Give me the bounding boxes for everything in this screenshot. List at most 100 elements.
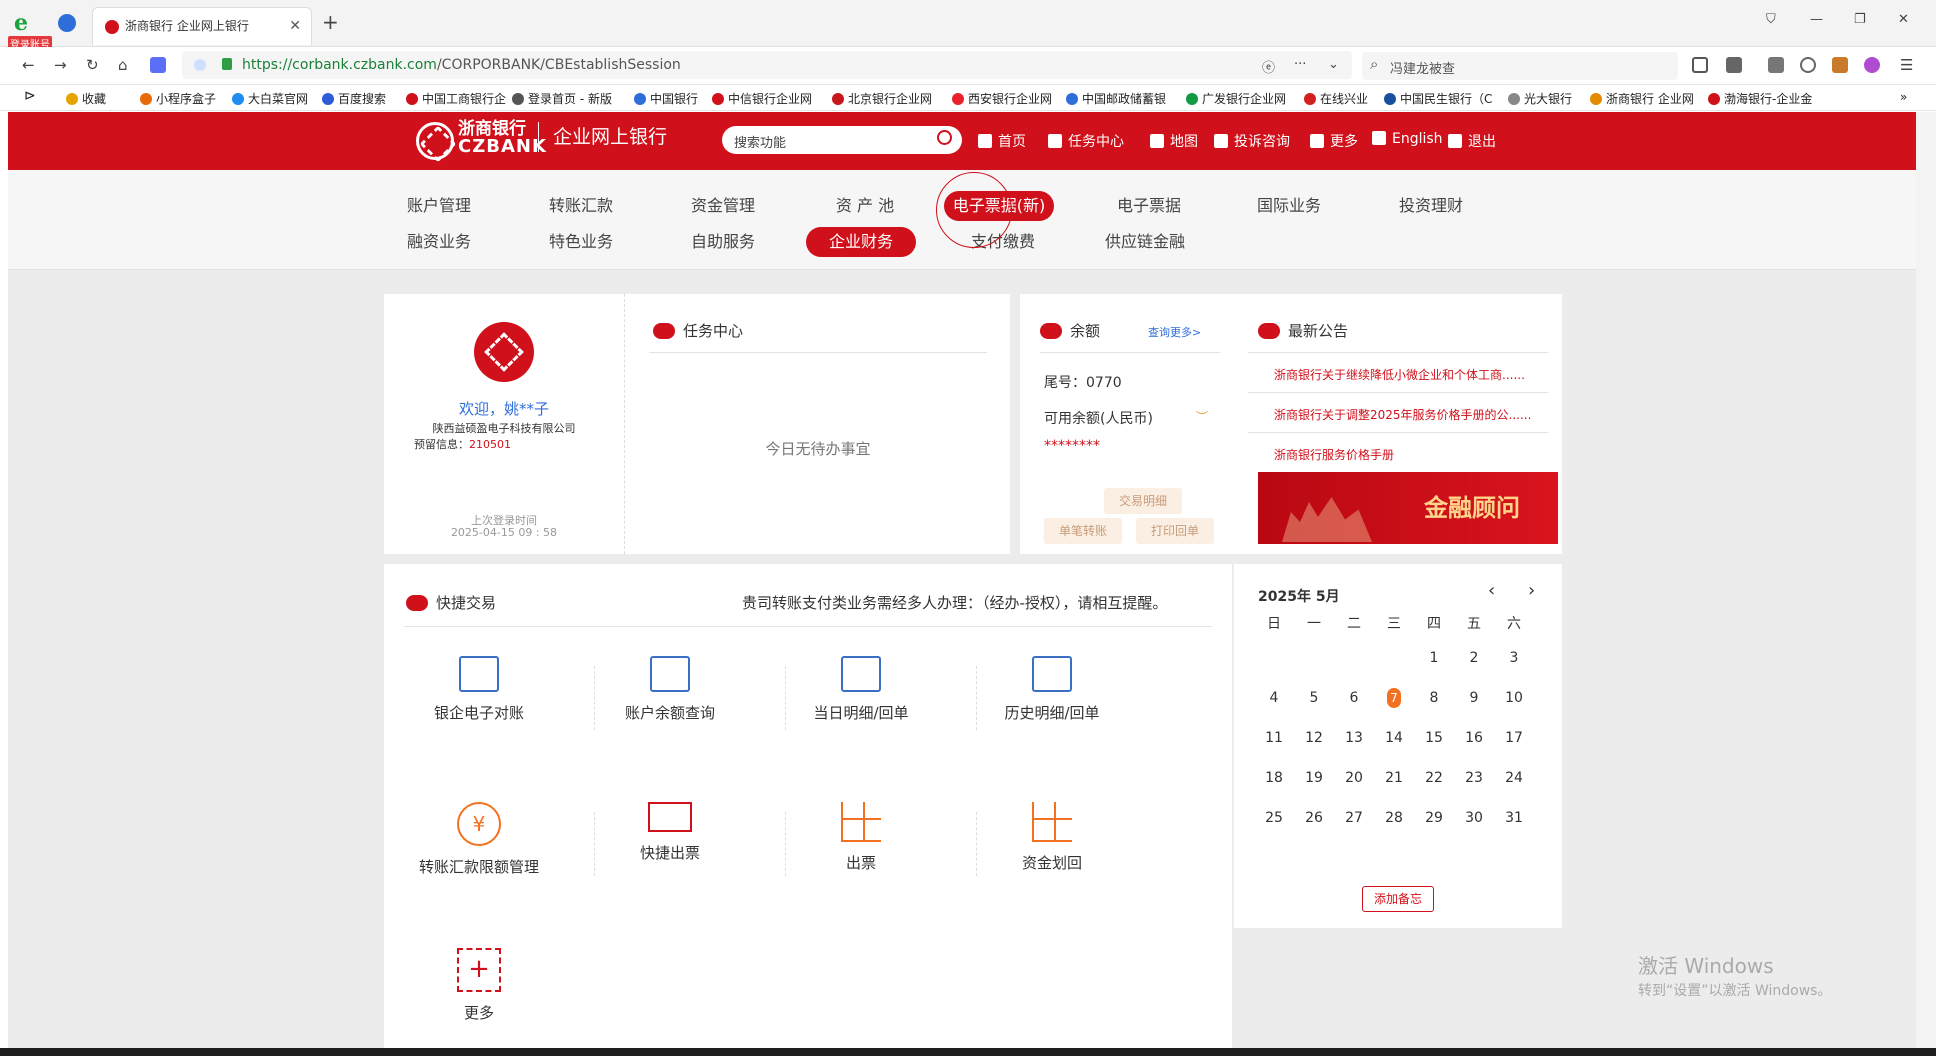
bookmark-item[interactable]: 中国工商银行企 bbox=[406, 90, 506, 107]
bookmark-item[interactable]: 渤海银行-企业金 bbox=[1708, 90, 1812, 107]
czbank-logo-icon[interactable] bbox=[416, 122, 454, 160]
bookmark-item[interactable]: 光大银行 bbox=[1508, 90, 1572, 107]
minimize-icon[interactable]: — bbox=[1810, 12, 1823, 27]
calendar-day[interactable]: 6 bbox=[1334, 678, 1374, 718]
calendar-day[interactable]: 7 bbox=[1374, 678, 1414, 718]
reload-icon[interactable]: ↻ bbox=[86, 56, 99, 74]
menu-item[interactable]: 资 产 池 bbox=[810, 191, 920, 221]
shirt-icon[interactable]: ⛉ bbox=[1766, 12, 1776, 27]
quick-item[interactable]: 历史明细/回单 bbox=[957, 656, 1147, 723]
forward-icon[interactable]: → bbox=[54, 56, 67, 74]
quick-item[interactable]: 快捷出票 bbox=[575, 802, 765, 863]
bank-name[interactable]: 浙商银行 CZBANK bbox=[458, 120, 547, 156]
menu-item[interactable]: 国际业务 bbox=[1234, 191, 1344, 221]
chevron-down-icon[interactable]: ⌄ bbox=[1328, 57, 1339, 72]
quick-item[interactable]: 资金划回 bbox=[957, 802, 1147, 873]
sidebar-toggle-icon[interactable]: ⊳ bbox=[24, 88, 36, 104]
calendar-day[interactable]: 22 bbox=[1414, 758, 1454, 798]
function-search-input[interactable]: 搜索功能 bbox=[722, 126, 962, 154]
menu-item[interactable]: 供应链金融 bbox=[1090, 227, 1200, 257]
extensions-icon[interactable] bbox=[1726, 57, 1742, 73]
new-tab-button[interactable]: + bbox=[322, 10, 339, 34]
quick-item[interactable]: 出票 bbox=[766, 802, 956, 873]
calendar-day[interactable]: 19 bbox=[1294, 758, 1334, 798]
calendar-day[interactable]: 27 bbox=[1334, 798, 1374, 838]
menu-item[interactable]: 投资理财 bbox=[1376, 191, 1486, 221]
next-month-icon[interactable]: › bbox=[1528, 580, 1535, 601]
calendar-day[interactable]: 1 bbox=[1414, 638, 1454, 678]
calendar-day[interactable]: 13 bbox=[1334, 718, 1374, 758]
eye-closed-icon[interactable]: ︶ bbox=[1196, 408, 1208, 425]
bookmark-item[interactable]: 小程序盒子 bbox=[140, 90, 216, 107]
menu-item[interactable]: 账户管理 bbox=[384, 191, 494, 221]
calendar-day[interactable]: 15 bbox=[1414, 718, 1454, 758]
financial-advisor-banner[interactable]: 金融顾问 bbox=[1258, 472, 1558, 544]
close-window-icon[interactable]: ✕ bbox=[1898, 12, 1909, 27]
undo-icon[interactable] bbox=[1800, 57, 1816, 73]
calendar-day[interactable]: 3 bbox=[1494, 638, 1534, 678]
more-bookmarks-icon[interactable]: » bbox=[1900, 90, 1907, 104]
bookmark-item[interactable]: 中信银行企业网 bbox=[712, 90, 812, 107]
more-dots-icon[interactable]: ··· bbox=[1294, 57, 1306, 72]
single-transfer-button[interactable]: 单笔转账 bbox=[1044, 518, 1122, 544]
color-icon[interactable] bbox=[1864, 57, 1880, 73]
menu-item[interactable]: 资金管理 bbox=[668, 191, 778, 221]
calendar-day[interactable]: 10 bbox=[1494, 678, 1534, 718]
back-icon[interactable]: ← bbox=[22, 56, 35, 74]
quick-item[interactable]: + 更多 bbox=[384, 948, 574, 1023]
print-receipt-button[interactable]: 打印回单 bbox=[1136, 518, 1214, 544]
bookmark-item[interactable]: 收藏 bbox=[66, 90, 106, 107]
nav-task-center[interactable]: 任务中心 bbox=[1048, 131, 1124, 151]
pinned-tab-icon[interactable] bbox=[58, 14, 76, 32]
ai-icon[interactable] bbox=[150, 57, 166, 73]
calendar-day[interactable]: 24 bbox=[1494, 758, 1534, 798]
nav-english[interactable]: English bbox=[1372, 131, 1443, 147]
calendar-day[interactable]: 17 bbox=[1494, 718, 1534, 758]
screenshot-icon[interactable] bbox=[1692, 57, 1708, 73]
calendar-day[interactable]: 11 bbox=[1254, 718, 1294, 758]
scrollbar[interactable] bbox=[1916, 112, 1936, 1056]
search-input[interactable]: 冯建龙被查 bbox=[1362, 52, 1678, 80]
ie-mode-icon[interactable]: ⓔ bbox=[1262, 57, 1275, 76]
calendar-day[interactable]: 25 bbox=[1254, 798, 1294, 838]
bookmark-item[interactable]: 广发银行企业网 bbox=[1186, 90, 1286, 107]
nav-home[interactable]: 首页 bbox=[978, 131, 1026, 151]
bookmark-item[interactable]: 西安银行企业网 bbox=[952, 90, 1052, 107]
bookmark-item[interactable]: 在线兴业 bbox=[1304, 90, 1368, 107]
calendar-day[interactable]: 2 bbox=[1454, 638, 1494, 678]
bookmark-item[interactable]: 中国民生银行（C bbox=[1384, 90, 1492, 107]
bookmark-item[interactable]: 百度搜索 bbox=[322, 90, 386, 107]
today-marker[interactable]: 7 bbox=[1387, 688, 1401, 708]
menu-icon[interactable]: ☰ bbox=[1900, 56, 1913, 74]
menu-item[interactable]: 特色业务 bbox=[526, 227, 636, 257]
menu-item[interactable]: 转账汇款 bbox=[526, 191, 636, 221]
calendar-day[interactable]: 8 bbox=[1414, 678, 1454, 718]
url-field[interactable]: https://corbank.czbank.com/CORPORBANK/CB… bbox=[182, 51, 1352, 79]
nav-logout[interactable]: 退出 bbox=[1448, 131, 1496, 151]
calendar-day[interactable]: 18 bbox=[1254, 758, 1294, 798]
restore-icon[interactable]: ❐ bbox=[1854, 12, 1866, 27]
calendar-day[interactable]: 5 bbox=[1294, 678, 1334, 718]
transaction-detail-button[interactable]: 交易明细 bbox=[1104, 488, 1182, 514]
nav-map[interactable]: 地图 bbox=[1150, 131, 1198, 151]
calendar-day[interactable]: 26 bbox=[1294, 798, 1334, 838]
calendar-day[interactable]: 31 bbox=[1494, 798, 1534, 838]
site-info-icon[interactable] bbox=[194, 59, 206, 71]
calendar-day[interactable]: 4 bbox=[1254, 678, 1294, 718]
nav-complaint[interactable]: 投诉咨询 bbox=[1214, 131, 1290, 151]
calendar-day[interactable]: 16 bbox=[1454, 718, 1494, 758]
calendar-day[interactable]: 30 bbox=[1454, 798, 1494, 838]
calendar-day[interactable]: 21 bbox=[1374, 758, 1414, 798]
menu-item[interactable]: 自助服务 bbox=[668, 227, 778, 257]
menu-item[interactable]: 电子票据 bbox=[1094, 191, 1204, 221]
menu-item[interactable]: 企业财务 bbox=[806, 227, 916, 257]
add-memo-button[interactable]: 添加备忘 bbox=[1362, 886, 1434, 912]
active-tab[interactable]: 浙商银行 企业网上银行 ✕ bbox=[92, 7, 312, 45]
search-icon[interactable] bbox=[937, 130, 952, 145]
bookmark-item[interactable]: 大白菜官网 bbox=[232, 90, 308, 107]
calendar-day[interactable]: 12 bbox=[1294, 718, 1334, 758]
bookmark-item[interactable]: 登录首页 - 新版 bbox=[512, 90, 612, 107]
bookmark-item[interactable]: 中国邮政储蓄银 bbox=[1066, 90, 1166, 107]
calendar-day[interactable]: 9 bbox=[1454, 678, 1494, 718]
query-more-link[interactable]: 查询更多> bbox=[1148, 324, 1201, 340]
